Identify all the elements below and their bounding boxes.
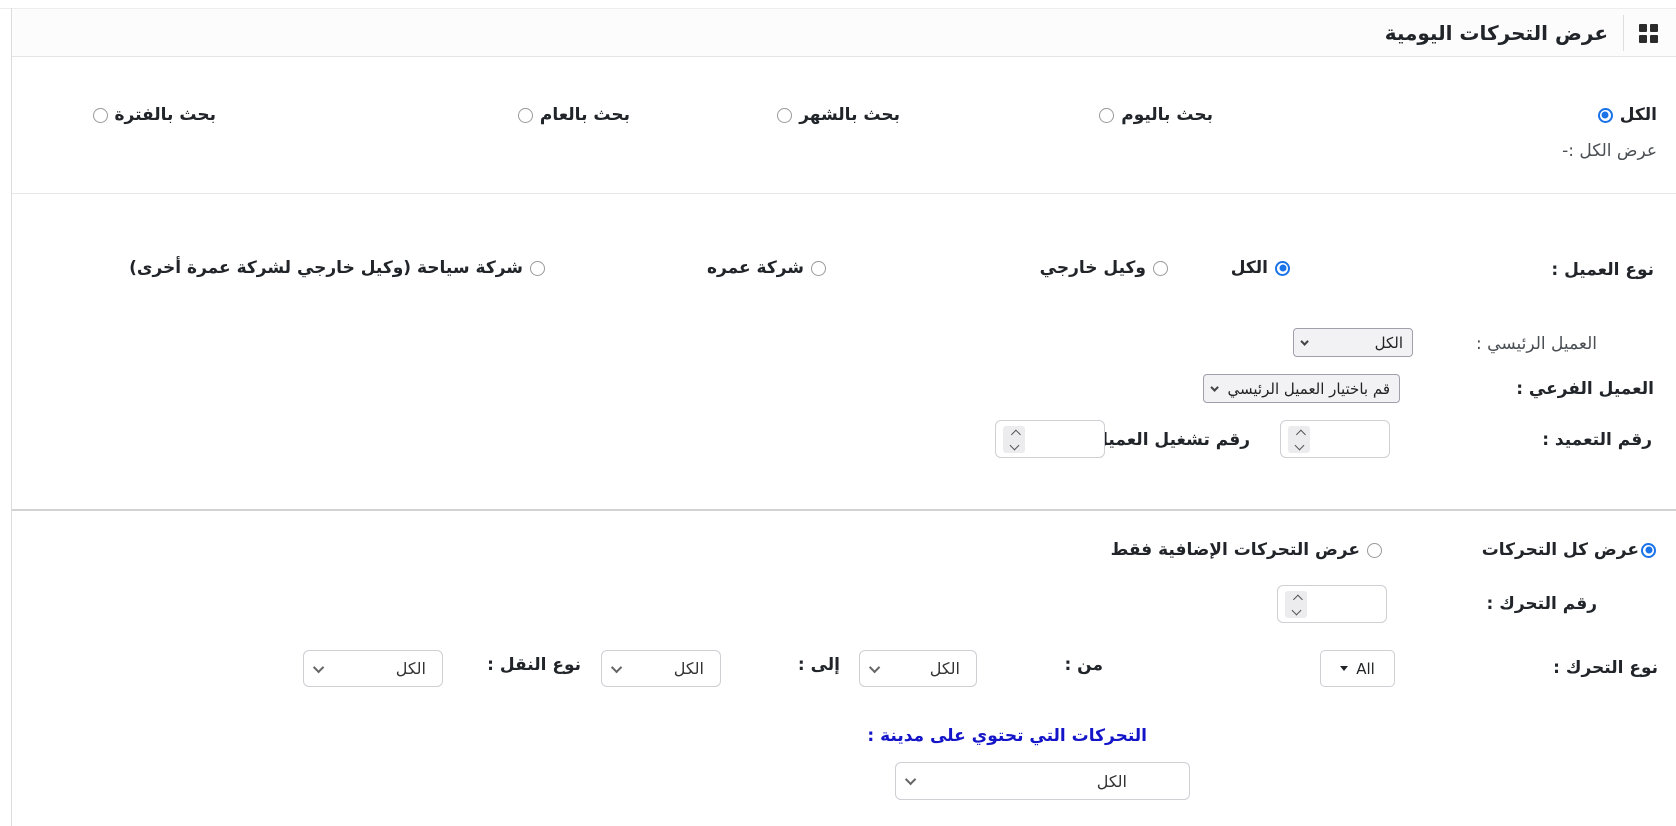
- radio-by-day-label: بحث باليوم: [1121, 105, 1213, 125]
- sub-client-value: قم باختيار العميل الرئيسي: [1219, 380, 1399, 398]
- radio-external-agent-label: وكيل خارجي: [1040, 258, 1146, 278]
- radio-by-year-label: بحث بالعام: [540, 105, 630, 125]
- sub-client-select[interactable]: قم باختيار العميل الرئيسي: [1203, 374, 1400, 403]
- to-label: إلى :: [798, 655, 840, 675]
- radio-by-month[interactable]: [777, 108, 792, 123]
- grid-icon-cell: [1639, 24, 1647, 32]
- radio-group-tourism-company[interactable]: شركة سياحة (وكيل خارجي لشركة عمرة أخرى): [129, 258, 545, 278]
- radio-group-all[interactable]: الكل: [1598, 105, 1657, 125]
- radio-all-label: الكل: [1620, 105, 1657, 125]
- from-value: الكل: [880, 659, 976, 678]
- approval-number-label: رقم التعميد :: [1542, 430, 1652, 450]
- city-filter-value: الكل: [916, 772, 1189, 791]
- transport-type-select[interactable]: الكل: [303, 650, 443, 687]
- spin-down-icon: [1294, 440, 1304, 450]
- movement-number-label: رقم التحرك :: [1487, 594, 1597, 614]
- chevron-down-icon: [905, 774, 916, 785]
- chevron-down-icon: [1300, 337, 1308, 345]
- city-filter-select[interactable]: الكل: [895, 762, 1190, 800]
- caret-down-icon: [1340, 666, 1348, 671]
- view-all-note: عرض الكل :-: [1562, 141, 1657, 161]
- panel-right-border: [11, 8, 12, 826]
- operating-number-field: [995, 420, 1105, 458]
- radio-all[interactable]: [1598, 108, 1613, 123]
- header-divider: [1623, 15, 1624, 51]
- section-divider: [12, 193, 1676, 194]
- grid-icon-cell: [1650, 35, 1658, 43]
- movement-type-value: All: [1356, 660, 1375, 678]
- spinner-icon[interactable]: [1288, 426, 1310, 453]
- radio-group-external-agent[interactable]: وكيل خارجي: [1040, 258, 1168, 278]
- main-client-select[interactable]: الكل: [1293, 328, 1413, 357]
- transport-type-label: نوع النقل :: [487, 655, 581, 675]
- daily-movements-page: عرض التحركات اليومية الكل بحث باليوم بحث…: [0, 0, 1676, 826]
- radio-group-by-period[interactable]: بحث بالفترة: [93, 105, 217, 125]
- page-title: عرض التحركات اليومية: [1385, 21, 1608, 45]
- operating-number-label: رقم تشغيل العميل :: [1080, 430, 1250, 450]
- transport-type-value: الكل: [324, 659, 442, 678]
- movement-number-field: [1277, 585, 1387, 623]
- radio-client-all[interactable]: [1275, 261, 1290, 276]
- grid-icon-cell: [1650, 24, 1658, 32]
- radio-by-day[interactable]: [1099, 108, 1114, 123]
- spinner-icon[interactable]: [1285, 591, 1307, 618]
- radio-by-period[interactable]: [93, 108, 108, 123]
- radio-umrah-company[interactable]: [811, 261, 826, 276]
- radio-external-agent[interactable]: [1153, 261, 1168, 276]
- client-type-label: نوع العميل :: [1551, 260, 1654, 280]
- radio-group-client-all[interactable]: الكل: [1231, 258, 1290, 278]
- movement-type-label: نوع التحرك :: [1553, 658, 1658, 678]
- approval-number-field: [1280, 420, 1390, 458]
- radio-by-year[interactable]: [518, 108, 533, 123]
- movement-type-dropdown[interactable]: All: [1320, 650, 1395, 687]
- from-label: من :: [1064, 655, 1103, 675]
- radio-group-all-movements[interactable]: عرض كل التحركات: [1482, 540, 1656, 560]
- spin-up-icon: [1292, 594, 1302, 604]
- to-select[interactable]: الكل: [601, 650, 721, 687]
- sub-client-label: العميل الفرعي :: [1516, 379, 1654, 399]
- chevron-down-icon: [313, 661, 324, 672]
- radio-by-month-label: بحث بالشهر: [799, 105, 900, 125]
- radio-group-umrah-company[interactable]: شركة عمره: [707, 258, 826, 278]
- spin-down-icon: [1291, 605, 1301, 615]
- radio-all-movements[interactable]: [1641, 543, 1656, 558]
- grid-icon-cell: [1639, 35, 1647, 43]
- chevron-down-icon: [1210, 383, 1218, 391]
- radio-umrah-company-label: شركة عمره: [707, 258, 804, 278]
- radio-group-by-year[interactable]: بحث بالعام: [518, 105, 630, 125]
- from-select[interactable]: الكل: [859, 650, 977, 687]
- page-header: عرض التحركات اليومية: [12, 9, 1676, 57]
- radio-extra-movements[interactable]: [1367, 543, 1382, 558]
- radio-tourism-company[interactable]: [530, 261, 545, 276]
- main-client-value: الكل: [1309, 334, 1412, 352]
- to-value: الكل: [622, 659, 720, 678]
- radio-group-by-day[interactable]: بحث باليوم: [1099, 105, 1213, 125]
- chevron-down-icon: [611, 661, 622, 672]
- radio-group-extra-movements[interactable]: عرض التحركات الإضافية فقط: [1111, 540, 1382, 560]
- spin-up-icon: [1295, 429, 1305, 439]
- radio-client-all-label: الكل: [1231, 258, 1268, 278]
- spin-down-icon: [1009, 440, 1019, 450]
- radio-extra-movements-label: عرض التحركات الإضافية فقط: [1111, 540, 1360, 560]
- chevron-down-icon: [869, 661, 880, 672]
- spin-up-icon: [1010, 429, 1020, 439]
- radio-tourism-company-label: شركة سياحة (وكيل خارجي لشركة عمرة أخرى): [129, 258, 523, 278]
- radio-group-by-month[interactable]: بحث بالشهر: [777, 105, 900, 125]
- radio-by-period-label: بحث بالفترة: [115, 105, 217, 125]
- radio-all-movements-label: عرض كل التحركات: [1482, 540, 1639, 560]
- section-divider: [12, 509, 1676, 511]
- city-filter-label: التحركات التي تحتوي على مدينة :: [867, 726, 1147, 746]
- grid-icon[interactable]: [1639, 24, 1658, 43]
- main-client-label: العميل الرئيسي :: [1476, 334, 1597, 354]
- spinner-icon[interactable]: [1003, 426, 1025, 453]
